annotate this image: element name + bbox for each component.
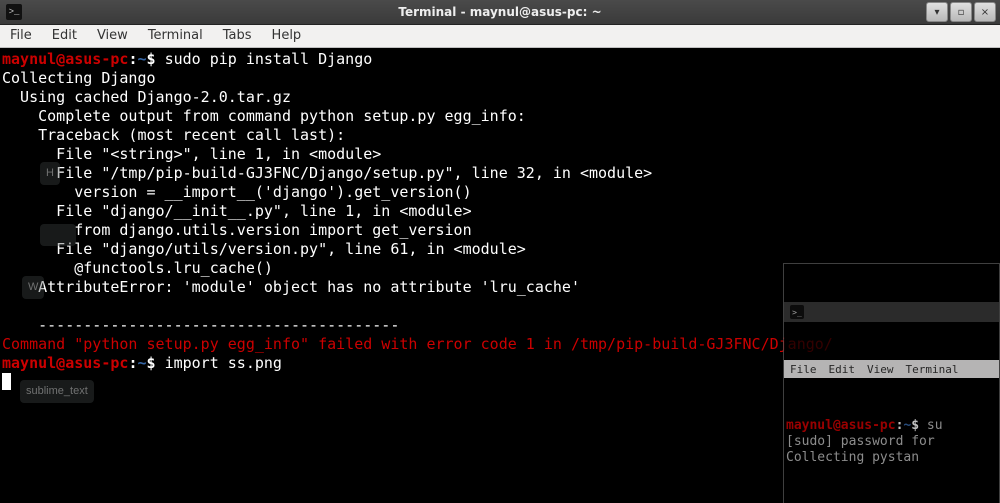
error-line: Command "python setup.py egg_info" faile… [2,335,833,353]
output-line: File "/tmp/pip-build-GJ3FNC/Django/setup… [2,164,652,182]
prompt-path: ~ [137,50,146,68]
secondary-output-line: Collecting pystan [786,450,919,465]
prompt-user-host: maynul@asus-pc [786,418,896,433]
prompt-path: ~ [137,354,146,372]
menu-view[interactable]: View [87,25,138,47]
menu-file[interactable]: File [784,360,823,379]
output-line: Complete output from command python setu… [2,107,526,125]
menu-tabs[interactable]: Tabs [213,25,262,47]
prompt-user-host: maynul@asus-pc [2,354,128,372]
output-line: File "django/utils/version.py", line 61,… [2,240,526,258]
menu-terminal[interactable]: Terminal [900,360,965,379]
maximize-button[interactable]: ▫ [950,2,972,22]
output-line [2,297,38,315]
output-line: @functools.lru_cache() [2,259,273,277]
menu-file[interactable]: File [0,25,42,47]
output-line: from django.utils.version import get_ver… [2,221,472,239]
secondary-terminal-menubar: File Edit View Terminal [784,360,999,378]
titlebar: >_ Terminal - maynul@asus-pc: ~ ▾ ▫ × [0,0,1000,25]
terminal-app-icon: >_ [6,4,22,20]
minimize-button[interactable]: ▾ [926,2,948,22]
output-line: Traceback (most recent call last): [2,126,345,144]
command-1: sudo pip install Django [165,50,373,68]
secondary-terminal-window[interactable]: >_ File Edit View Terminal maynul@asus-p… [783,263,1000,503]
output-line: ---------------------------------------- [2,316,399,334]
menu-help[interactable]: Help [262,25,312,47]
window-title: Terminal - maynul@asus-pc: ~ [0,5,1000,19]
menu-terminal[interactable]: Terminal [138,25,213,47]
secondary-terminal-body[interactable]: maynul@asus-pc:~$ su [sudo] password for… [784,416,999,468]
output-line: File "django/__init__.py", line 1, in <m… [2,202,472,220]
desktop-ghost-item: sublime_text [20,380,94,403]
window-controls: ▾ ▫ × [926,2,996,22]
output-line: Collecting Django [2,69,156,87]
menubar: File Edit View Terminal Tabs Help [0,25,1000,48]
secondary-command: su [919,418,942,433]
output-line: version = __import__('django').get_versi… [2,183,472,201]
output-line: AttributeError: 'module' object has no a… [2,278,580,296]
menu-edit[interactable]: Edit [42,25,87,47]
cursor [2,373,11,390]
prompt-symbol: $ [147,50,156,68]
prompt-symbol: $ [147,354,156,372]
close-button[interactable]: × [974,2,996,22]
output-line: Using cached Django-2.0.tar.gz [2,88,291,106]
secondary-output-line: [sudo] password for [786,434,943,449]
menu-edit[interactable]: Edit [823,360,862,379]
menu-view[interactable]: View [861,360,900,379]
output-line: File "<string>", line 1, in <module> [2,145,381,163]
terminal-app-icon: >_ [790,305,804,319]
terminal-body[interactable]: maynul@asus-pc:~$ sudo pip install Djang… [0,48,1000,503]
prompt-user-host: maynul@asus-pc [2,50,128,68]
secondary-terminal-titlebar: >_ [784,302,999,322]
command-2: import ss.png [165,354,282,372]
